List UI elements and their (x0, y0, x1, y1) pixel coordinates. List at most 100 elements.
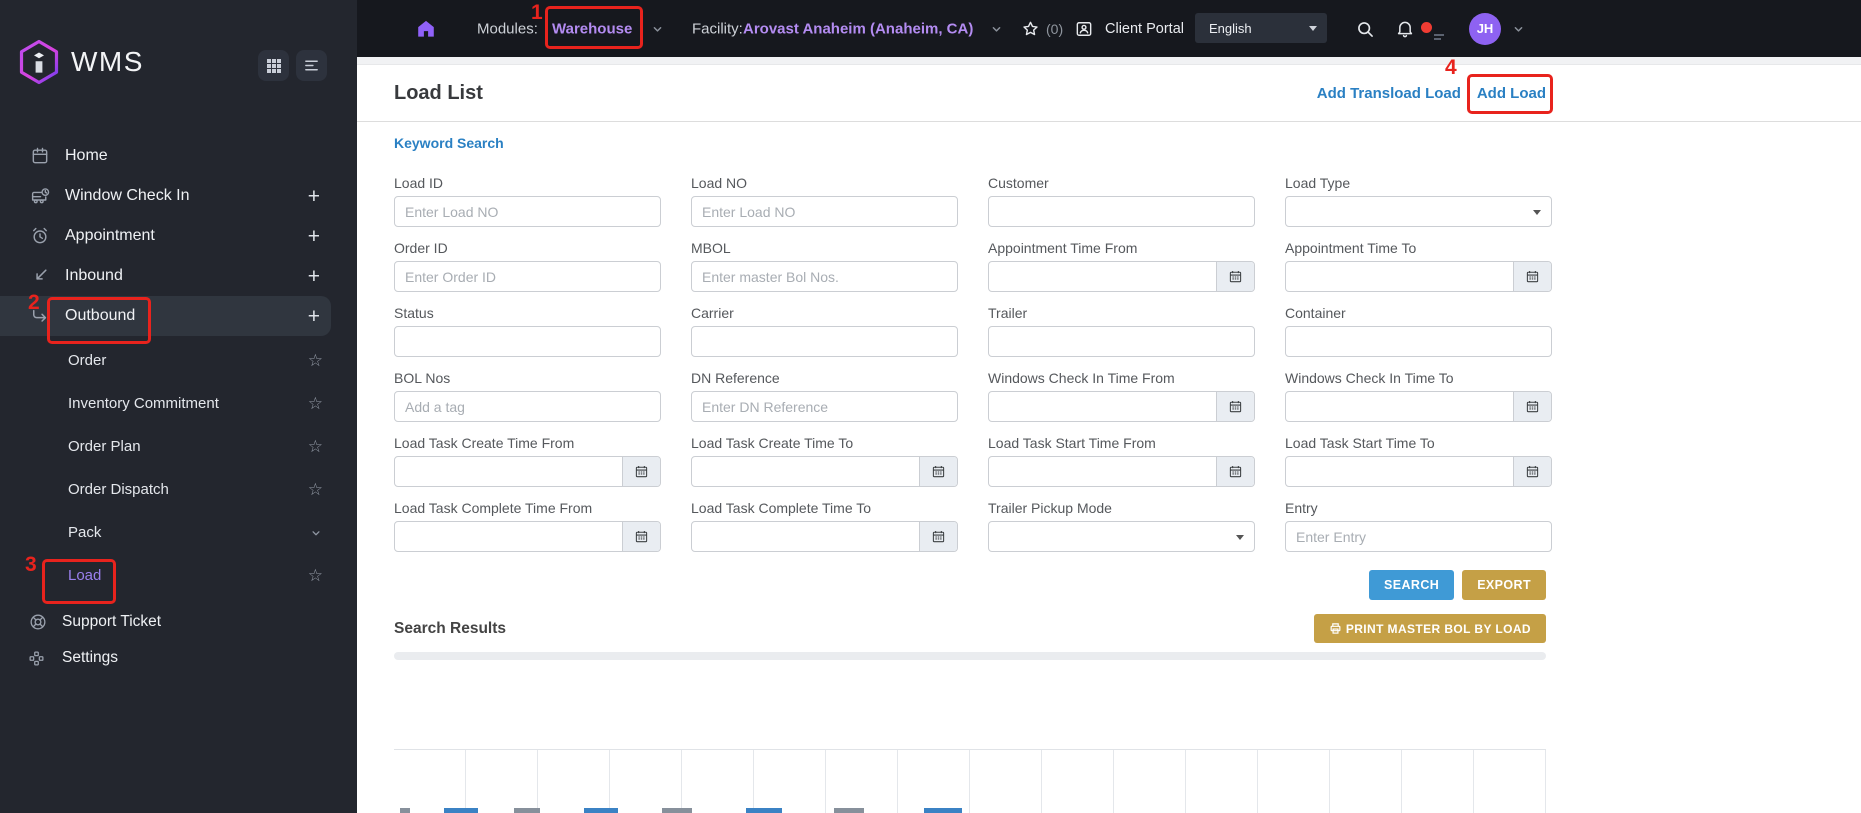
favorites-star-icon[interactable] (1021, 19, 1040, 38)
facility-label: Facility: (692, 20, 743, 37)
windows-check-in-time-from-input[interactable] (989, 392, 1216, 421)
carrier-input[interactable] (692, 327, 957, 356)
load-type-label: Load Type (1285, 175, 1351, 191)
plus-icon[interactable]: + (308, 306, 320, 327)
modules-label: Modules: (477, 20, 538, 37)
modules-value[interactable]: Warehouse (552, 20, 632, 37)
sidebar-item-home[interactable]: Home (0, 136, 357, 176)
links-divider: | (1466, 84, 1471, 102)
client-portal-label[interactable]: Client Portal (1105, 21, 1184, 37)
bol-nos-input[interactable] (395, 392, 660, 421)
windows-check-in-time-from-label: Windows Check In Time From (988, 370, 1175, 386)
life-ring-icon (28, 612, 48, 632)
export-button[interactable]: EXPORT (1462, 570, 1546, 600)
facility-value[interactable]: Arovast Anaheim (Anaheim, CA) (743, 20, 973, 37)
search-icon[interactable] (1355, 19, 1375, 39)
sidebar-subitem-pack[interactable]: Pack (0, 511, 357, 554)
user-avatar[interactable]: JH (1469, 12, 1501, 45)
menu-lines-icon (305, 60, 318, 71)
calendar-icon[interactable] (1216, 392, 1254, 421)
load-task-complete-time-to-input[interactable] (692, 522, 919, 551)
calendar-icon[interactable] (622, 457, 660, 486)
dn-reference-input-group (691, 391, 958, 422)
load-type-field: Load Type (1285, 175, 1552, 240)
appointment-time-to-label: Appointment Time To (1285, 240, 1417, 256)
customer-input[interactable] (989, 197, 1254, 226)
sidebar-subitem-order-dispatch[interactable]: Order Dispatch ☆ (0, 468, 357, 511)
results-scrollbar[interactable] (394, 652, 1546, 660)
status-input[interactable] (395, 327, 660, 356)
star-icon[interactable]: ☆ (308, 438, 323, 455)
sidebar-item-window-check-in[interactable]: Window Check In + (0, 176, 357, 216)
load-task-create-time-from-input[interactable] (395, 457, 622, 486)
favorites-count: (0) (1046, 20, 1064, 37)
client-portal-icon[interactable] (1074, 19, 1094, 39)
sidebar-item-outbound[interactable]: Outbound + (0, 296, 331, 336)
load-task-start-time-to-input[interactable] (1286, 457, 1513, 486)
star-icon[interactable]: ☆ (308, 395, 323, 412)
collapse-menu-button[interactable] (296, 50, 327, 81)
plus-icon[interactable]: + (308, 226, 320, 247)
star-icon[interactable]: ☆ (308, 481, 323, 498)
chevron-down-icon[interactable] (650, 21, 665, 36)
sidebar-item-inbound[interactable]: Inbound + (0, 256, 357, 296)
sidebar: WMS Home Window Check In + Appointment +… (0, 0, 357, 813)
container-input[interactable] (1286, 327, 1551, 356)
chevron-down-icon[interactable] (1511, 21, 1526, 36)
sidebar-item-appointment[interactable]: Appointment + (0, 216, 357, 256)
appointment-time-to-input[interactable] (1286, 262, 1513, 291)
sidebar-subitem-order-plan[interactable]: Order Plan ☆ (0, 425, 357, 468)
load-type-select[interactable] (1285, 196, 1552, 227)
calendar-icon[interactable] (1216, 457, 1254, 486)
search-button[interactable]: SEARCH (1369, 570, 1455, 600)
plus-icon[interactable]: + (308, 266, 320, 287)
star-icon[interactable]: ☆ (308, 352, 323, 369)
appointment-time-from-input[interactable] (989, 262, 1216, 291)
keyword-search-link[interactable]: Keyword Search (394, 135, 1861, 151)
print-master-bol-button[interactable]: PRINT MASTER BOL BY LOAD (1313, 614, 1546, 643)
calendar-icon[interactable] (1513, 392, 1551, 421)
order-id-input[interactable] (395, 262, 660, 291)
chevron-down-icon[interactable] (989, 21, 1004, 36)
container-label: Container (1285, 305, 1346, 321)
add-load-link[interactable]: Add Load (1477, 85, 1546, 102)
sidebar-item-settings[interactable]: Settings (0, 640, 357, 676)
sidebar-subitem-order[interactable]: Order ☆ (0, 339, 357, 382)
apps-grid-button[interactable] (258, 50, 289, 81)
results-table-clipped (394, 749, 1546, 813)
mbol-input[interactable] (692, 262, 957, 291)
language-select[interactable]: English (1195, 13, 1327, 43)
chevron-down-icon[interactable] (309, 526, 323, 540)
calendar-icon[interactable] (1513, 262, 1551, 291)
add-transload-load-link[interactable]: Add Transload Load (1317, 85, 1461, 102)
calendar-icon[interactable] (919, 522, 957, 551)
carrier-label: Carrier (691, 305, 734, 321)
order-id-label: Order ID (394, 240, 448, 256)
calendar-icon[interactable] (1513, 457, 1551, 486)
calendar-icon[interactable] (919, 457, 957, 486)
dn-reference-input[interactable] (692, 392, 957, 421)
sidebar-item-support-ticket[interactable]: Support Ticket (0, 604, 357, 640)
trailer-input[interactable] (989, 327, 1254, 356)
calendar-icon[interactable] (622, 522, 660, 551)
calendar-icon (30, 146, 52, 166)
load-task-start-time-from-input[interactable] (989, 457, 1216, 486)
star-icon[interactable]: ☆ (308, 567, 323, 584)
load-task-create-time-to-input[interactable] (692, 457, 919, 486)
load-no-input[interactable] (692, 197, 957, 226)
entry-input[interactable] (1286, 522, 1551, 551)
calendar-icon[interactable] (1216, 262, 1254, 291)
sidebar-footer: Support Ticket Settings (0, 604, 357, 676)
load-task-complete-time-from-input[interactable] (395, 522, 622, 551)
load-id-input[interactable] (395, 197, 660, 226)
home-icon[interactable] (415, 18, 437, 40)
sidebar-subitem-label: Load (68, 567, 102, 584)
trailer-pickup-mode-select[interactable] (988, 521, 1255, 552)
appointment-time-from-field: Appointment Time From (988, 240, 1255, 305)
sidebar-subitem-load[interactable]: Load ☆ (0, 554, 357, 597)
sidebar-subitem-inventory-commitment[interactable]: Inventory Commitment ☆ (0, 382, 357, 425)
windows-check-in-time-to-input[interactable] (1286, 392, 1513, 421)
notifications-bell-icon[interactable] (1395, 19, 1415, 39)
entry-label: Entry (1285, 500, 1318, 516)
plus-icon[interactable]: + (308, 186, 320, 207)
